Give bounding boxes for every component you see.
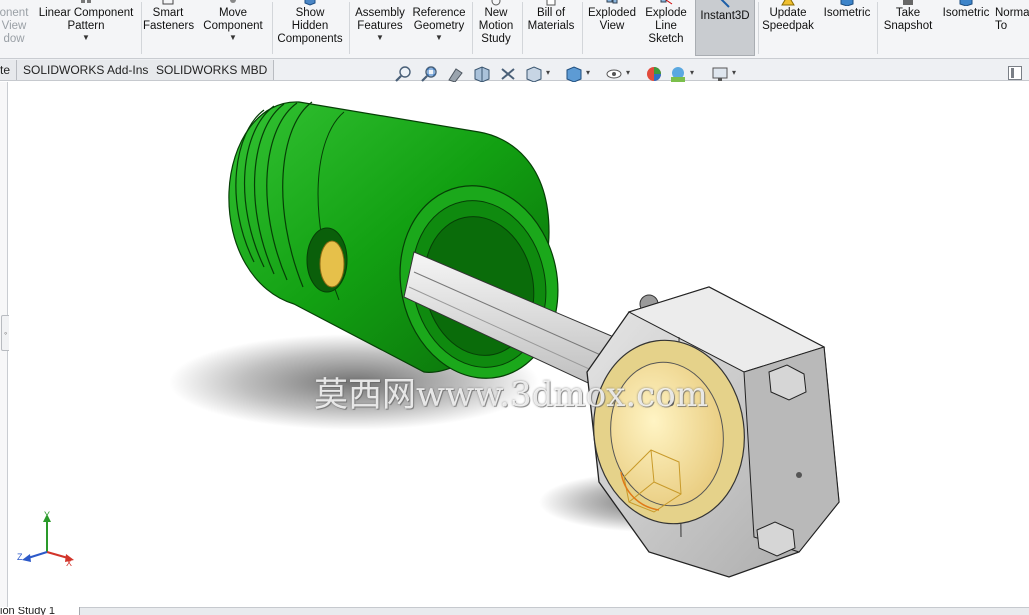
divider: [582, 2, 583, 54]
move-component-button[interactable]: Move Component ▼: [200, 0, 266, 43]
dynamic-annotation-icon[interactable]: [498, 64, 518, 84]
exploded-view-button[interactable]: Exploded View: [584, 0, 640, 33]
x-axis-label: X: [66, 558, 73, 568]
grip-icon: ◦: [4, 328, 8, 338]
view-orientation-icon[interactable]: [524, 64, 544, 84]
z-axis: [27, 551, 48, 559]
command-manager-ribbon: onent View dow Linear Component Pattern …: [0, 0, 1029, 59]
isometric-icon: [939, 0, 993, 7]
explode-line-icon: [642, 0, 690, 6]
isometric-button[interactable]: Isometric: [820, 0, 874, 20]
new-motion-study-button[interactable]: New Motion Study: [474, 0, 518, 46]
divider: [877, 2, 878, 54]
instant3d-icon: [696, 0, 754, 9]
x-axis: [46, 551, 69, 559]
tab-partial[interactable]: te: [0, 60, 18, 80]
chevron-down-icon[interactable]: ▾: [546, 68, 550, 77]
isometric-icon: [820, 0, 874, 7]
smart-fasteners-button[interactable]: Smart Fasteners: [143, 0, 194, 33]
chevron-down-icon[interactable]: ▼: [200, 33, 266, 43]
update-speedpak-button[interactable]: Update Speedpak: [760, 0, 816, 33]
reference-triad: Y X Z: [14, 510, 76, 572]
reference-geometry-button[interactable]: Reference Geometry ▼: [410, 0, 468, 43]
zoom-to-fit-icon[interactable]: [394, 64, 414, 84]
tab-solidworks-add-ins[interactable]: SOLIDWORKS Add-Ins: [17, 60, 156, 80]
y-axis-label: Y: [44, 510, 51, 520]
zoom-to-area-icon[interactable]: [420, 64, 440, 84]
explode-line-sketch-button[interactable]: Explode Line Sketch: [642, 0, 690, 46]
motion-study-icon: [474, 0, 518, 6]
chevron-down-icon[interactable]: ▼: [36, 33, 136, 43]
linear-pattern-icon: [36, 0, 136, 6]
divider: [349, 2, 350, 54]
previous-view-icon[interactable]: [446, 64, 466, 84]
tab-solidworks-mbd[interactable]: SOLIDWORKS MBD: [150, 60, 275, 80]
isometric-view-button[interactable]: Isometric: [939, 0, 993, 20]
divider: [758, 2, 759, 54]
smart-fasteners-icon: [143, 0, 193, 6]
window-icon: [0, 0, 34, 6]
bottom-tab-bar: [0, 607, 1029, 615]
view-settings-icon[interactable]: [710, 64, 730, 84]
section-view-icon[interactable]: [472, 64, 492, 84]
chevron-down-icon[interactable]: ▾: [732, 68, 736, 77]
window-partial-button[interactable]: onent View dow: [0, 0, 34, 46]
graphics-area[interactable]: 莫西网www.3dmox.com: [9, 82, 1029, 607]
show-hidden-icon: [274, 0, 346, 6]
assembly-features-button[interactable]: Assembly Features ▼: [351, 0, 409, 43]
instant3d-button[interactable]: Instant3D: [695, 0, 755, 56]
chevron-down-icon[interactable]: ▾: [586, 68, 590, 77]
display-style-icon[interactable]: [564, 64, 584, 84]
watermark-text: 莫西网www.3dmox.com: [314, 375, 708, 415]
bill-of-materials-button[interactable]: Bill of Materials: [524, 0, 578, 33]
divider: [522, 2, 523, 54]
z-axis-label: Z: [17, 552, 23, 562]
edit-appearance-icon[interactable]: [644, 64, 664, 84]
panel-toggle-icon[interactable]: [1008, 66, 1022, 80]
chevron-down-icon[interactable]: ▾: [690, 68, 694, 77]
hide-show-items-icon[interactable]: [604, 64, 624, 84]
reference-geometry-icon: [410, 0, 468, 6]
linear-pattern-button[interactable]: Linear Component Pattern ▼: [36, 0, 136, 43]
speedpak-icon: [760, 0, 816, 6]
take-snapshot-button[interactable]: Take Snapshot: [879, 0, 937, 33]
chevron-down-icon[interactable]: ▼: [351, 33, 409, 43]
exploded-view-icon: [584, 0, 640, 6]
apply-scene-icon[interactable]: [668, 64, 688, 84]
show-hidden-components-button[interactable]: Show Hidden Components: [274, 0, 346, 46]
bom-icon: [524, 0, 578, 6]
tab-motion-study[interactable]: ion Study 1: [0, 607, 80, 615]
assembly-features-icon: [351, 0, 409, 6]
wrist-pin[interactable]: [319, 240, 345, 288]
chevron-down-icon[interactable]: ▼: [410, 33, 468, 43]
divider: [141, 2, 142, 54]
divider: [272, 2, 273, 54]
normal-to-button[interactable]: Norma To: [995, 0, 1029, 33]
piston-assembly-model: [169, 101, 840, 578]
chevron-down-icon[interactable]: ▾: [626, 68, 630, 77]
move-component-icon: [200, 0, 266, 6]
normal-to-icon: [995, 0, 1029, 6]
divider: [472, 2, 473, 54]
rod-cap-part[interactable]: [582, 286, 840, 578]
camera-icon: [879, 0, 937, 6]
solidworks-window: onent View dow Linear Component Pattern …: [0, 0, 1029, 615]
